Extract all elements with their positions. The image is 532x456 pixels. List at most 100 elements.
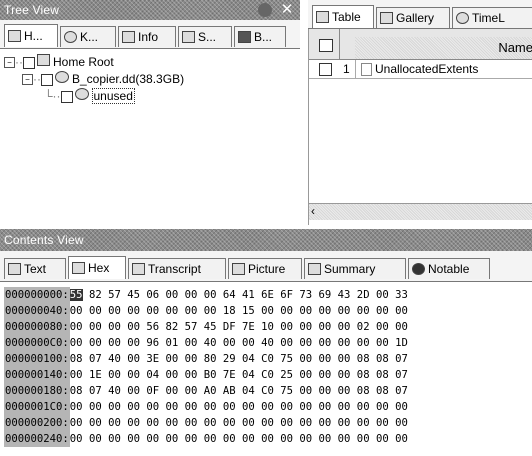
- tree-item-label: unused: [91, 88, 135, 104]
- tree-item-home-root[interactable]: − ·· Home Root: [4, 54, 114, 69]
- hex-view[interactable]: 000000000:55 82 57 45 06 00 00 00 64 41 …: [0, 282, 532, 456]
- hex-offset: 000000100:: [4, 351, 70, 367]
- tab-text-label: Text: [24, 262, 47, 276]
- hex-offset: 0000001C0:: [4, 399, 70, 415]
- name-column-header[interactable]: Name: [355, 37, 532, 59]
- tree-item-label: Home Root: [53, 55, 114, 69]
- tree-view-tabstrip: H... K... Info S... B...: [0, 20, 300, 49]
- search-icon: [182, 31, 195, 43]
- tab-table-label: Table: [332, 10, 361, 24]
- hex-offset: 000000140:: [4, 367, 70, 383]
- tab-text[interactable]: Text: [4, 258, 66, 279]
- checkbox[interactable]: [41, 73, 53, 86]
- hex-row: 000000200:00 00 00 00 00 00 00 00 00 00 …: [4, 415, 408, 431]
- select-all-checkbox[interactable]: [319, 39, 333, 52]
- tab-keywords-label: K...: [80, 30, 99, 44]
- scroll-left-arrow[interactable]: ‹: [311, 204, 315, 218]
- tab-search[interactable]: S...: [178, 26, 232, 47]
- tab-timeline-label: TimeL: [472, 11, 505, 25]
- tab-keywords[interactable]: K...: [60, 26, 116, 47]
- tab-home[interactable]: H...: [4, 24, 58, 47]
- hex-bytes: 00 00 00 00 00 00 00 00 00 00 00 00 00 0…: [88, 417, 408, 429]
- tab-summary-label: Summary: [324, 262, 376, 276]
- tab-table[interactable]: Table: [312, 5, 374, 28]
- hex-offset: 000000040:: [4, 303, 70, 319]
- tab-bookmarks[interactable]: B...: [234, 26, 286, 47]
- row-number: 1: [343, 62, 350, 76]
- contents-view-title: Contents View: [4, 233, 84, 247]
- hex-first-byte: 08: [69, 353, 83, 365]
- pin-icon[interactable]: [258, 3, 272, 17]
- hex-first-byte: 00: [69, 337, 83, 349]
- tab-search-label: S...: [198, 30, 217, 44]
- table-icon: [316, 11, 329, 23]
- hex-row: 000000000:55 82 57 45 06 00 00 00 64 41 …: [4, 287, 408, 303]
- collapse-icon[interactable]: −: [22, 74, 33, 86]
- hex-row: 000000240:00 00 00 00 00 00 00 00 00 00 …: [4, 431, 408, 447]
- tree-item-evidence[interactable]: − ·· B_copier.dd(38.3GB): [22, 71, 184, 86]
- hex-bytes: 00 00 00 00 00 00 00 18 15 00 00 00 00 0…: [88, 305, 408, 317]
- tree-view-title: Tree View: [4, 3, 60, 17]
- hex-bytes: 1E 00 00 04 00 00 B0 7E 04 C0 25 00 00 0…: [88, 369, 408, 381]
- text-icon: [8, 263, 21, 275]
- close-icon[interactable]: ✕: [278, 1, 296, 19]
- tab-transcript-label: Transcript: [148, 262, 201, 276]
- tab-hex[interactable]: Hex: [68, 256, 126, 279]
- tab-gallery[interactable]: Gallery: [376, 7, 450, 28]
- hex-offset: 000000000:: [4, 287, 70, 303]
- tree-item-unused[interactable]: └·· unused: [44, 88, 135, 104]
- contents-tabstrip: Text Hex Transcript Picture Summary Nota…: [0, 251, 532, 282]
- hex-first-byte[interactable]: 55: [69, 289, 83, 301]
- name-column-label: Name: [498, 40, 532, 55]
- horizontal-scrollbar[interactable]: ‹: [309, 203, 532, 220]
- hex-first-byte: 00: [69, 401, 83, 413]
- keyword-icon: [64, 31, 77, 43]
- transcript-icon: [132, 263, 145, 275]
- hex-bytes: 00 00 00 00 00 00 00 00 00 00 00 00 00 0…: [88, 401, 408, 413]
- checkbox[interactable]: [60, 90, 73, 103]
- tree-area: − ·· Home Root − ·· B_copier.dd(38.3GB) └·· u…: [0, 49, 300, 229]
- checkbox[interactable]: [23, 56, 35, 69]
- tab-gallery-label: Gallery: [396, 11, 435, 25]
- tree-view-titlebar: Tree View ✕: [0, 0, 300, 20]
- hex-first-byte: 00: [69, 417, 83, 429]
- tab-home-label: H...: [24, 29, 43, 43]
- tab-bookmarks-label: B...: [254, 30, 273, 44]
- hex-row: 000000140:00 1E 00 00 04 00 00 B0 7E 04 …: [4, 367, 408, 383]
- hex-first-byte: 00: [69, 369, 83, 381]
- summary-icon: [308, 263, 321, 275]
- drive-icon: [74, 88, 89, 100]
- hex-first-byte: 00: [69, 321, 83, 333]
- row-name: UnallocatedExtents: [375, 62, 479, 76]
- tab-timeline[interactable]: TimeL: [452, 7, 532, 28]
- tab-notable-label: Notable: [428, 262, 470, 276]
- hex-offset: 000000240:: [4, 431, 70, 447]
- collapse-icon[interactable]: −: [4, 57, 15, 69]
- tab-info[interactable]: Info: [118, 26, 176, 47]
- gallery-icon: [380, 12, 393, 24]
- hex-offset: 000000180:: [4, 383, 70, 399]
- tab-picture[interactable]: Picture: [228, 258, 302, 279]
- table-row[interactable]: 1 UnallocatedExtents: [309, 60, 532, 79]
- row-checkbox[interactable]: [319, 63, 332, 76]
- hex-offset: 000000200:: [4, 415, 70, 431]
- hex-row: 000000180:08 07 40 00 0F 00 00 A0 AB 04 …: [4, 383, 408, 399]
- home-root-icon: [37, 54, 50, 66]
- home-icon: [8, 30, 21, 42]
- notable-icon: [412, 263, 425, 275]
- tab-notable[interactable]: Notable: [408, 258, 490, 279]
- contents-view-titlebar: Contents View: [0, 229, 532, 251]
- tab-info-label: Info: [138, 30, 159, 44]
- bookmark-icon: [238, 31, 251, 43]
- hex-first-byte: 00: [69, 433, 83, 445]
- clock-icon: [456, 12, 469, 24]
- hex-bytes: 00 00 00 96 01 00 40 00 00 40 00 00 00 0…: [88, 337, 408, 349]
- hex-row: 0000000C0:00 00 00 00 96 01 00 40 00 00 …: [4, 335, 408, 351]
- tab-transcript[interactable]: Transcript: [128, 258, 226, 279]
- hex-bytes: 00 00 00 56 82 57 45 DF 7E 10 00 00 00 0…: [88, 321, 408, 333]
- hex-first-byte: 00: [69, 305, 83, 317]
- tab-summary[interactable]: Summary: [304, 258, 406, 279]
- hex-row: 000000080:00 00 00 00 56 82 57 45 DF 7E …: [4, 319, 408, 335]
- hex-offset: 000000080:: [4, 319, 70, 335]
- hex-first-byte: 08: [69, 385, 83, 397]
